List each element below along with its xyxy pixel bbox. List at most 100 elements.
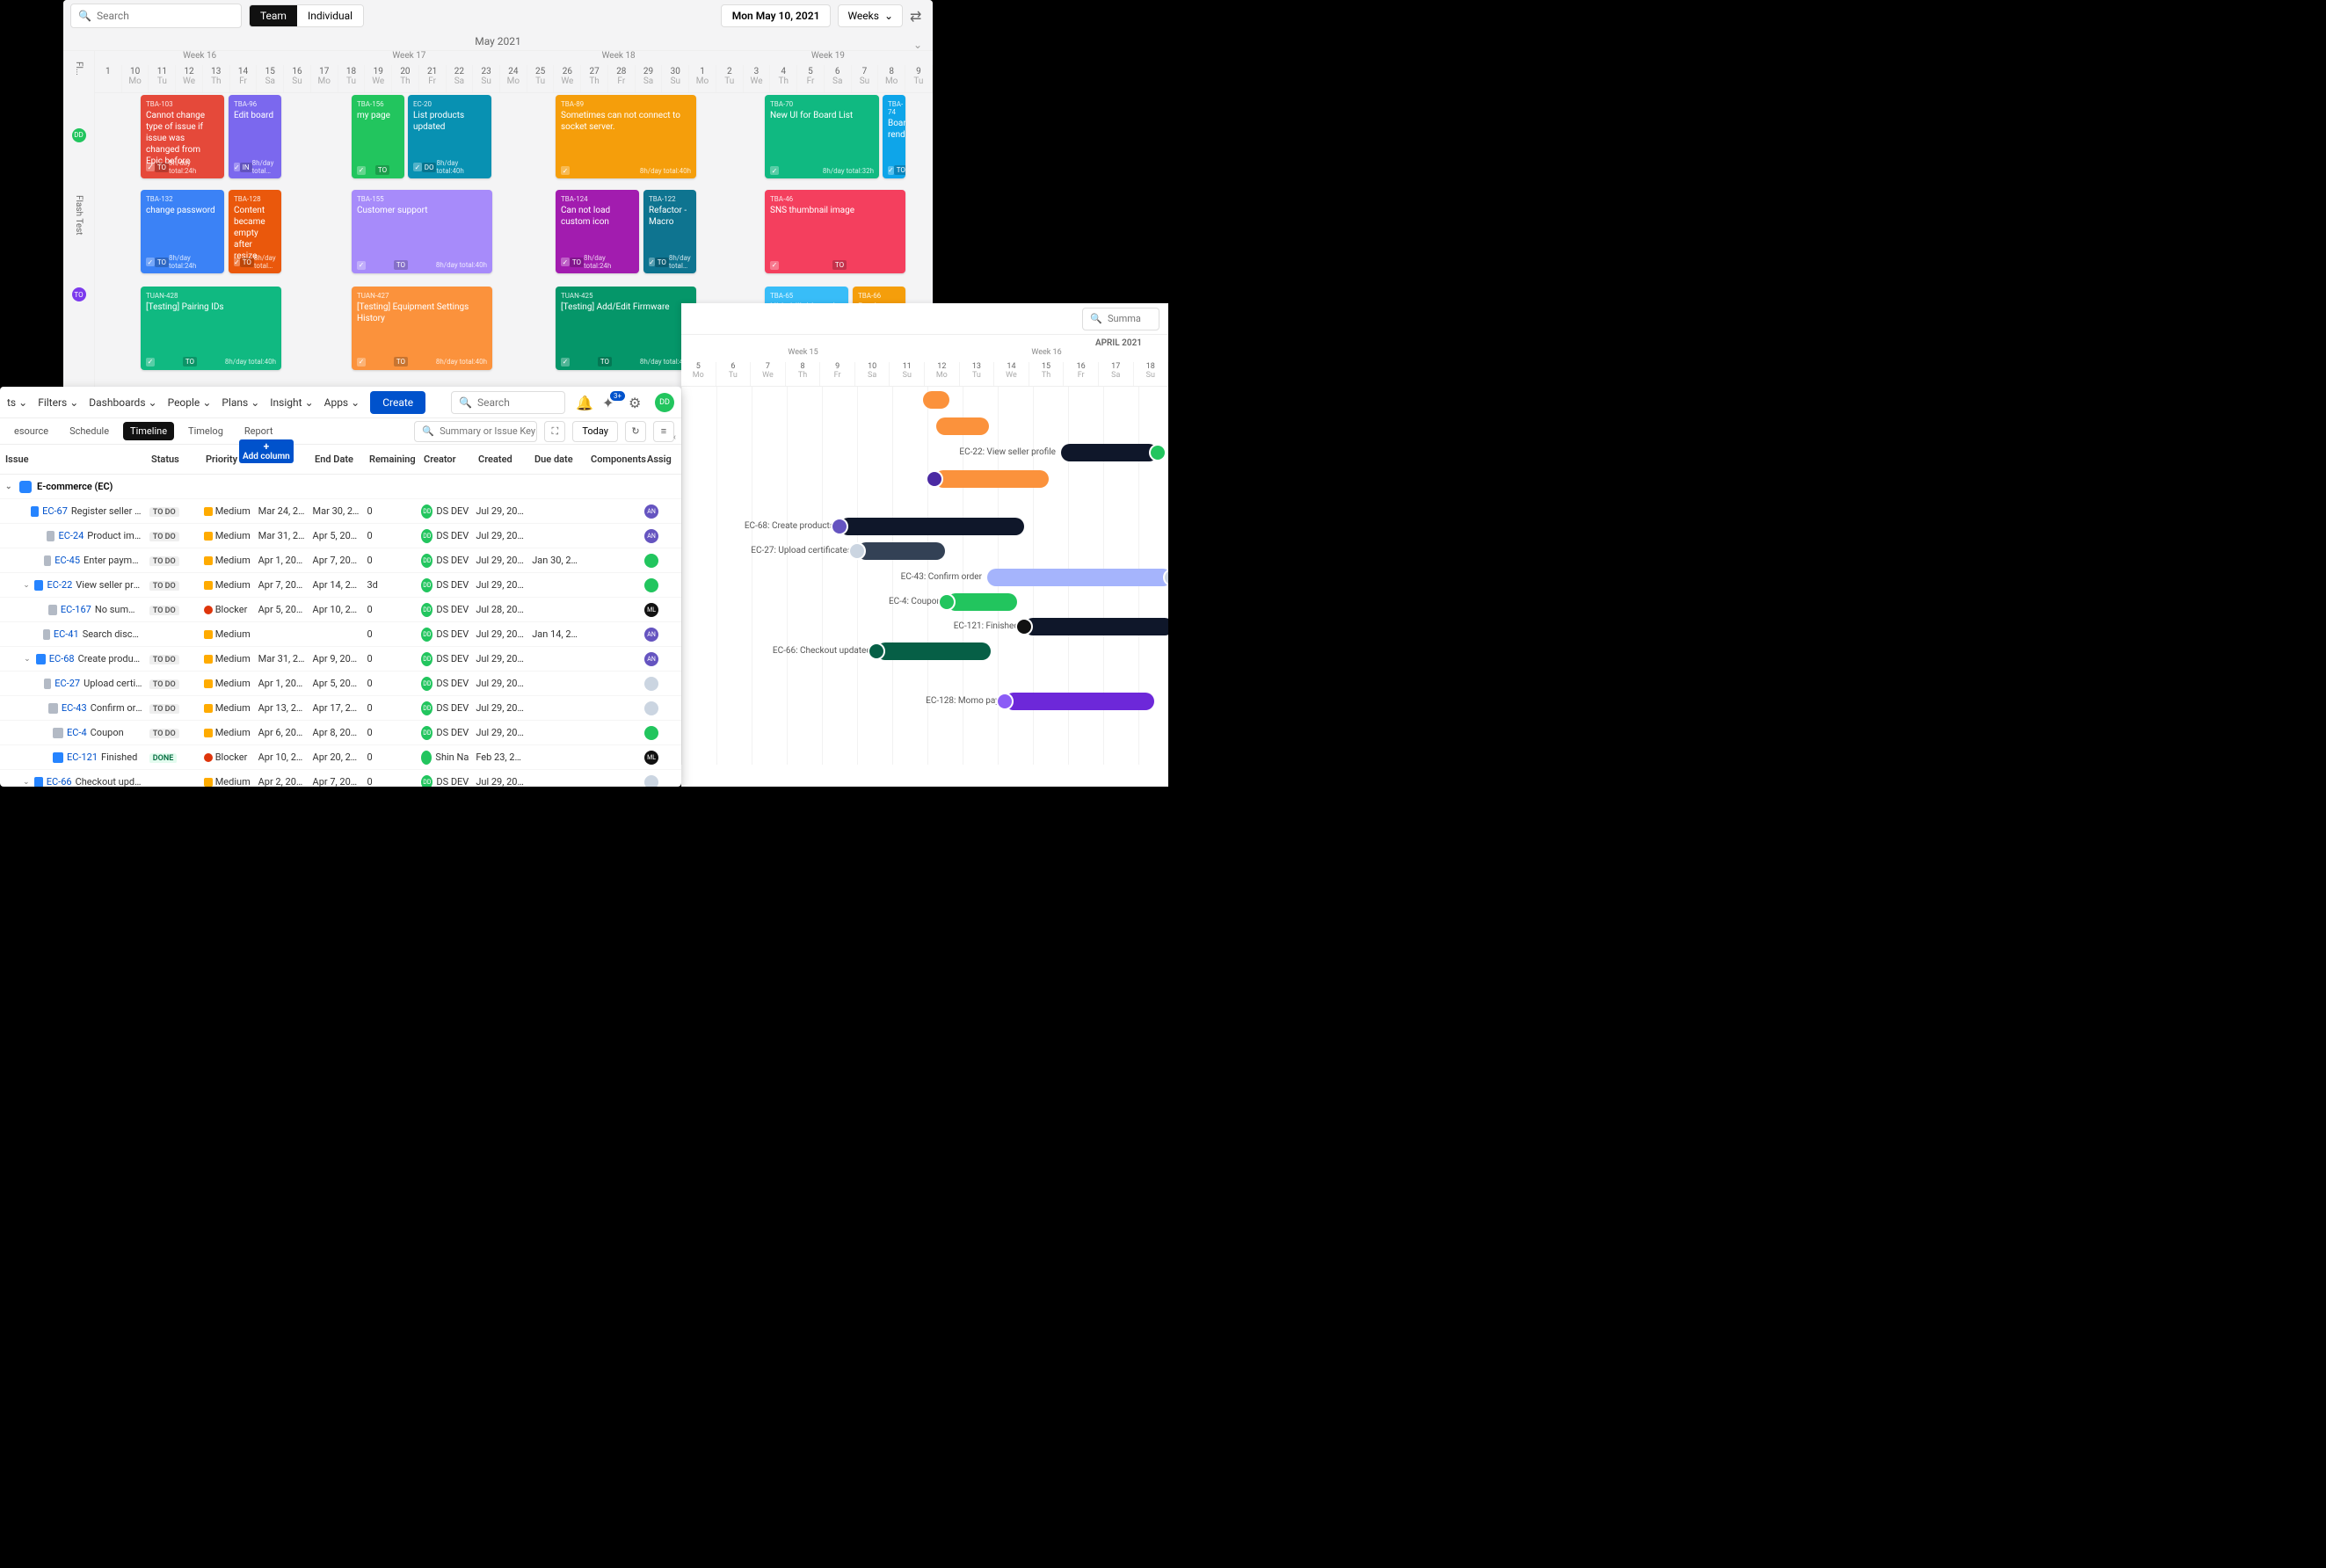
gantt-bar[interactable] <box>923 391 949 409</box>
search-input-wrapper[interactable]: 🔍 <box>70 4 242 28</box>
calendar-card[interactable]: TBA-132 change password ✓ TO 8h/day tota… <box>141 190 224 273</box>
calendar-card[interactable]: TBA-46 SNS thumbnail image ✓ TO <box>765 190 905 273</box>
tab-report[interactable]: Report <box>237 422 280 440</box>
fullscreen-button[interactable]: ⛶ <box>544 421 565 442</box>
search-input[interactable] <box>97 10 234 22</box>
calendar-card[interactable]: TBA-89 Sometimes can not connect to sock… <box>556 95 696 178</box>
summary-search-input[interactable] <box>440 425 536 437</box>
table-row[interactable]: EC-167 No summary TO DO Blocker Apr 5, 2… <box>0 598 681 622</box>
nav-search-input[interactable] <box>477 396 556 409</box>
nav-plans[interactable]: Plans⌄ <box>222 396 259 409</box>
calendar-card[interactable]: TBA-96 Edit board ✓ IN 8h/day total… <box>229 95 281 178</box>
issue-key[interactable]: EC-43 <box>62 702 87 714</box>
th-remaining[interactable]: Remaining <box>364 454 418 465</box>
tab-schedule[interactable]: Schedule <box>62 422 116 440</box>
th-status[interactable]: Status <box>146 454 200 465</box>
date-picker-button[interactable]: Mon May 10, 2021 <box>721 4 832 27</box>
nav-people[interactable]: People⌄ <box>168 396 212 409</box>
nav-apps[interactable]: Apps⌄ <box>324 396 360 409</box>
gantt-bar[interactable] <box>934 470 1049 488</box>
gantt-bar[interactable] <box>1005 693 1154 710</box>
calendar-card[interactable]: TBA-156 my page ✓ TO <box>352 95 404 178</box>
nav-ts[interactable]: ts⌄ <box>7 396 27 409</box>
th-components[interactable]: Components <box>585 454 642 465</box>
th-creator[interactable]: Creator <box>418 454 473 465</box>
calendar-card[interactable]: TUAN-427 [Testing] Equipment Settings Hi… <box>352 287 492 370</box>
gantt-search[interactable]: 🔍 <box>1082 308 1159 330</box>
gantt-bar[interactable] <box>947 593 1017 611</box>
calendar-card[interactable]: TBA-124 Can not load custom icon ✓ TO 8h… <box>556 190 639 273</box>
gantt-bar[interactable] <box>1024 618 1168 635</box>
tab-resource[interactable]: esource <box>7 422 55 440</box>
table-row[interactable]: ⌄ EC-68 Create products TO DO Medium Mar… <box>0 647 681 671</box>
gift-icon[interactable]: ✦3+ <box>602 395 618 410</box>
issue-key[interactable]: EC-41 <box>54 628 79 640</box>
row-caret-icon[interactable]: ⌄ <box>23 778 31 787</box>
gantt-search-input[interactable] <box>1108 313 1152 324</box>
calendar-card[interactable]: TBA-103 Cannot change type of issue if i… <box>141 95 224 178</box>
individual-toggle[interactable]: Individual <box>297 5 363 26</box>
assignee-avatar[interactable] <box>644 578 658 592</box>
calendar-card[interactable]: TBA-122 Refactor - Macro ✓ TO 8h/day tot… <box>643 190 696 273</box>
assignee-avatar[interactable] <box>644 775 658 788</box>
create-button[interactable]: Create <box>370 391 425 414</box>
scale-dropdown[interactable]: Weeks ⌄ <box>838 4 903 27</box>
issue-key[interactable]: EC-68 <box>49 653 75 664</box>
gantt-bar[interactable] <box>1061 444 1158 461</box>
calendar-card[interactable]: EC-20 List products updated ✓ DO 8h/day … <box>408 95 491 178</box>
summary-search[interactable]: 🔍 <box>414 421 537 442</box>
gantt-bar[interactable] <box>857 542 945 560</box>
assignee-avatar[interactable] <box>644 677 658 691</box>
table-row[interactable]: ⌄ EC-66 Checkout updated Medium Apr 2, 2… <box>0 770 681 787</box>
calendar-card[interactable]: TBA-70 New UI for Board List ✓ 8h/day to… <box>765 95 879 178</box>
table-row[interactable]: EC-24 Product images TO DO Medium Mar 31… <box>0 524 681 548</box>
assignee-avatar[interactable]: ML <box>644 751 658 765</box>
add-column-tooltip[interactable]: Add column <box>239 439 294 463</box>
table-row[interactable]: EC-45 Enter payment info TO DO Medium Ap… <box>0 548 681 573</box>
th-assignee[interactable]: Assig <box>642 454 677 465</box>
nav-insight[interactable]: Insight⌄ <box>270 396 313 409</box>
row-caret-icon[interactable]: ⌄ <box>24 655 32 664</box>
nav-dashboards[interactable]: Dashboards⌄ <box>89 396 156 409</box>
bell-icon[interactable]: 🔔 <box>576 395 592 410</box>
assignee-avatar[interactable] <box>644 701 658 715</box>
gantt-bar[interactable] <box>840 518 1024 535</box>
team-toggle[interactable]: Team <box>250 5 297 26</box>
expand-icon[interactable]: ⇄ <box>910 8 926 24</box>
rail-avatar-2[interactable]: TO <box>72 287 86 301</box>
assignee-avatar[interactable] <box>644 726 658 740</box>
refresh-button[interactable]: ↻ <box>625 421 646 442</box>
user-avatar[interactable]: DD <box>655 393 674 412</box>
table-row[interactable]: EC-27 Upload certificates TO DO Medium A… <box>0 671 681 696</box>
issue-key[interactable]: EC-66 <box>47 776 72 787</box>
gantt-bar[interactable] <box>987 569 1168 586</box>
assignee-avatar[interactable]: AN <box>644 505 658 519</box>
th-issue[interactable]: Issue <box>0 454 146 465</box>
th-end-date[interactable]: End Date <box>309 454 364 465</box>
assignee-avatar[interactable]: AN <box>644 652 658 666</box>
table-row[interactable]: EC-121 Finished DONE Blocker Apr 10, 202… <box>0 745 681 770</box>
gantt-bar[interactable] <box>876 642 991 660</box>
issue-key[interactable]: EC-22 <box>47 579 72 591</box>
calendar-card[interactable]: TUAN-428 [Testing] Pairing IDs ✓ TO 8h/d… <box>141 287 281 370</box>
assignee-avatar[interactable]: AN <box>644 628 658 642</box>
gear-icon[interactable]: ⚙ <box>629 395 644 410</box>
table-row[interactable]: EC-43 Confirm order TO DO Medium Apr 13,… <box>0 696 681 721</box>
issue-key[interactable]: EC-167 <box>61 604 91 615</box>
issue-key[interactable]: EC-121 <box>67 751 98 763</box>
tab-timelog[interactable]: Timelog <box>181 422 230 440</box>
calendar-card[interactable]: TBA-128 Content became empty after resiz… <box>229 190 281 273</box>
table-row[interactable]: EC-67 Register seller account TO DO Medi… <box>0 499 681 524</box>
th-created[interactable]: Created <box>473 454 529 465</box>
issue-key[interactable]: EC-24 <box>58 530 84 541</box>
issue-key[interactable]: EC-4 <box>67 727 87 738</box>
project-group-row[interactable]: ⌄ E-commerce (EC) <box>0 475 681 499</box>
today-button[interactable]: Today <box>572 421 618 442</box>
nav-search[interactable]: 🔍 <box>451 391 565 414</box>
filter-button[interactable]: ≡ <box>653 421 674 442</box>
table-row[interactable]: EC-4 Coupon TO DO Medium Apr 6, 2021 Apr… <box>0 721 681 745</box>
rail-avatar-1[interactable]: DD <box>72 128 86 142</box>
table-row[interactable]: EC-41 Search discount pro Medium 0 DDDS … <box>0 622 681 647</box>
assignee-avatar[interactable]: ML <box>644 603 658 617</box>
issue-key[interactable]: EC-67 <box>42 505 68 517</box>
